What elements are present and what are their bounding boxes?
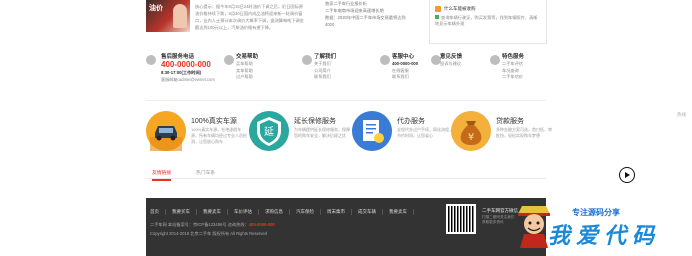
car-badge-icon <box>146 111 186 151</box>
footer-phone: 400-0000-000 <box>248 222 275 227</box>
watermark-title: 我爱代码 <box>548 224 661 249</box>
hotline-column: 售后服务电话 400-0000-000 8:30-17:00(工作时间) 客服邮… <box>161 52 215 84</box>
feature-title: 贷款服务 <box>496 118 524 125</box>
feature-desc: 100%真实车源，杜绝虚假车源，所有车辆均经过专业人员检测，让您放心购车 <box>191 127 247 144</box>
hotline-email: 客服邮箱:admin@ewnet.com <box>161 77 215 82</box>
special-service-link[interactable]: 二手车评估 <box>502 61 524 68</box>
news-list-item[interactable]: 独家二手车行业报价析 <box>325 0 417 7</box>
site-footer: 首页 我要买车 我要卖车 车价评估 求购信息 汽车保险 周末集市 成交车辆 我要… <box>146 198 546 256</box>
feature-title: 100%真实车源 <box>191 118 237 125</box>
about-title: 了解我们 <box>314 54 337 60</box>
footer-nav-link[interactable]: 成交车辆 <box>358 209 383 215</box>
feature-loan[interactable]: ¥ 贷款服务 多种金融方案可选，首付低、审批快，轻松实现购车梦想 <box>451 108 552 158</box>
divider <box>146 100 546 101</box>
footer-icp-line: 二手车网 本站备案号：京ICP备123456号 咨询热线：400-0000-00… <box>150 222 275 227</box>
news-list-item[interactable]: 二手车电商市场迎来高速增长期 <box>325 7 417 14</box>
news-list-item[interactable]: 4000 <box>325 21 417 28</box>
thumbnail-figure-icon <box>173 4 187 28</box>
service-info-row: 售后服务电话 400-0000-000 8:30-17:00(工作时间) 客服邮… <box>146 52 546 96</box>
watermark-subtitle: 专注源码分享 <box>572 208 620 217</box>
tab-friend-links[interactable]: 友情链接 <box>152 169 172 181</box>
side-hotline-label: 热线 <box>677 112 686 117</box>
feature-row: 100%真实车源 100%真实车源，杜绝虚假车源，所有车辆均经过专业人员检测，让… <box>146 108 552 158</box>
news-summary: 核心提示：据今年9月16日24时油价下调之后，近日国际原油价格持续下跌，9月30… <box>195 4 304 30</box>
play-icon[interactable] <box>619 167 635 183</box>
feature-desc: 多种金融方案可选，首付低、审批快，轻松实现购车梦想 <box>496 127 552 138</box>
special-service-column: 特色服务 二手车评估 车况查询 二手车估价 <box>502 52 524 81</box>
feature-title: 延长保修服务 <box>294 118 336 125</box>
bullet-icon <box>435 15 439 19</box>
svg-text:¥: ¥ <box>468 132 474 143</box>
feature-extended-warranty[interactable]: 延 延长保修服务 为车辆提供延长保修服务，保障您的购车安全，解决后顾之忧 <box>249 108 350 158</box>
footer-copyright: Copyright 2014-2018 北京二手车 版权所有 All Right… <box>150 231 268 236</box>
document-icon <box>352 111 392 151</box>
side-box-title: 什么车能被收购 <box>444 6 476 11</box>
customer-service-icon <box>380 55 390 65</box>
side-box-header[interactable]: 什么车能被收购 <box>430 0 546 12</box>
footer-nav-link[interactable]: 我要卖车 <box>203 209 228 215</box>
trade-help-title: 交易帮助 <box>236 54 259 60</box>
footer-nav-link[interactable]: 周末集市 <box>327 209 352 215</box>
feature-desc: 为车辆提供延长保修服务，保障您的购车安全，解决后顾之忧 <box>294 127 350 138</box>
phone-icon <box>146 55 156 65</box>
feedback-column: 意见反馈 投诉与建议 <box>440 52 462 68</box>
about-icon <box>302 55 312 65</box>
watermark-logo: 专注源码分享 我爱代码 <box>510 188 692 256</box>
footer-nav-link[interactable]: 首页 <box>150 209 166 215</box>
special-service-icon <box>490 55 500 65</box>
feature-title: 代办服务 <box>397 118 425 125</box>
svg-text:延: 延 <box>264 126 274 138</box>
footer-nav: 首页 我要买车 我要卖车 车价评估 求购信息 汽车保险 周末集市 成交车辆 我要… <box>150 209 414 215</box>
trade-help-column: 交易帮助 买车帮助 卖车帮助 过户帮助 <box>236 52 258 81</box>
money-bag-icon: ¥ <box>451 111 491 151</box>
customer-center-link[interactable]: 联系我们 <box>392 74 418 81</box>
customer-center-column: 客服中心 400-0000-000 在线客服 联系我们 <box>392 52 418 81</box>
hotline-hours: 8:30-17:00(工作时间) <box>161 70 202 75</box>
footer-nav-link[interactable]: 我要卖车 <box>389 209 414 215</box>
about-column: 了解我们 关于我们 公司简介 联系我们 <box>314 52 336 81</box>
news-strip: 油价 核心提示：据今年9月16日24时油价下调之后，近日国际原油价格持续下跌，9… <box>0 0 692 46</box>
customer-center-title: 客服中心 <box>392 54 415 60</box>
qr-code <box>446 204 476 234</box>
feature-real-cars[interactable]: 100%真实车源 100%真实车源，杜绝虚假车源，所有车辆均经过专业人员检测，让… <box>146 108 247 158</box>
hotline-number: 400-0000-000 <box>161 60 211 69</box>
help-icon <box>224 55 234 65</box>
tab-hot-series[interactable]: 热门车系 <box>196 169 215 176</box>
feedback-link[interactable]: 投诉与建议 <box>440 61 462 68</box>
special-service-title: 特色服务 <box>502 54 525 60</box>
feedback-title: 意见反馈 <box>440 54 463 60</box>
shield-icon: 延 <box>249 111 289 151</box>
news-list: 独家二手车行业报价析 二手车电商市场迎来高速增长期 数据：2020年中国二手车市… <box>325 0 417 28</box>
link-tabs: 友情链接 热门车系 <box>146 168 546 181</box>
news-thumbnail[interactable]: 油价 <box>146 0 190 32</box>
info-icon <box>435 6 441 12</box>
footer-nav-link[interactable]: 求购信息 <box>265 209 290 215</box>
side-info-box: 什么车能被收购 查询车辆行驶证，购买发票等，找到车辆照片，清晰地显示车辆外观 <box>429 0 547 44</box>
feature-agency[interactable]: 代办服务 全程代办过户手续，简化流程，节约时间，让您省心 <box>352 108 453 158</box>
footer-nav-link[interactable]: 我要买车 <box>172 209 197 215</box>
special-service-link[interactable]: 二手车估价 <box>502 74 524 81</box>
news-list-item[interactable]: 数据：2020年中国二手车市场交易量将达到 <box>325 14 417 21</box>
thumbnail-label: 油价 <box>149 4 163 12</box>
trade-help-link[interactable]: 过户帮助 <box>236 74 258 81</box>
footer-nav-link[interactable]: 车价评估 <box>234 209 259 215</box>
customer-center-number: 400-0000-000 <box>392 61 419 66</box>
about-link[interactable]: 联系我们 <box>314 74 336 81</box>
footer-nav-link[interactable]: 汽车保险 <box>296 209 321 215</box>
hotline-title: 售后服务电话 <box>161 54 195 60</box>
feature-desc: 全程代办过户手续，简化流程，节约时间，让您省心 <box>397 127 453 138</box>
side-box-desc: 查询车辆行驶证，购买发票等，找到车辆照片，清晰地显示车辆外观 <box>435 15 538 26</box>
